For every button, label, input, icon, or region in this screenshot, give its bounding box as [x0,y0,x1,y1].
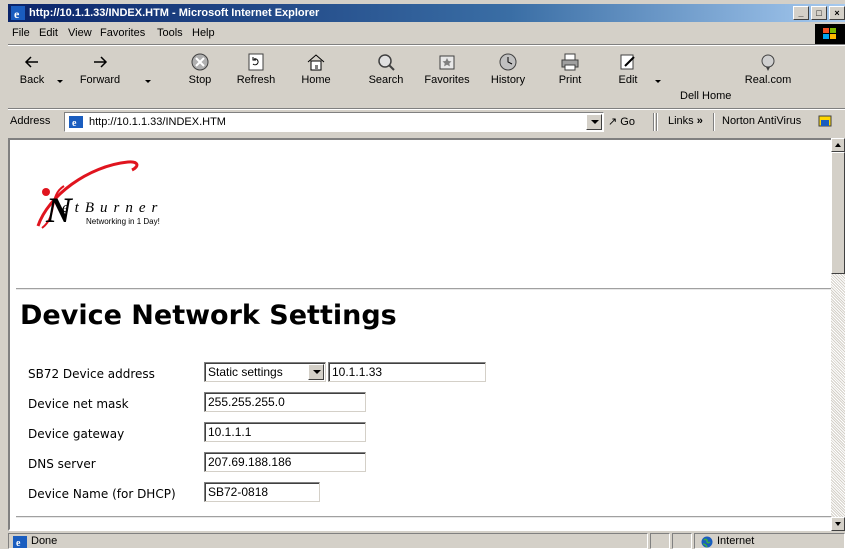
address-input[interactable]: e http://10.1.1.33/INDEX.HTM [64,112,604,132]
home-button[interactable]: Home [296,48,336,106]
divider [16,516,834,518]
form-label: Device Name (for DHCP) [28,487,176,501]
back-button[interactable]: Back [12,48,52,106]
scroll-thumb[interactable] [831,152,845,274]
edit-icon [620,54,635,70]
vertical-scrollbar[interactable] [831,138,845,531]
svg-text:e: e [72,118,77,129]
edit-button[interactable]: Edit [613,48,643,106]
status-pane: e Done [8,533,648,549]
form-label: Device net mask [28,397,129,411]
back-arrow-icon [24,56,38,68]
favorites-icon [439,55,455,70]
svg-text:e: e [14,7,20,20]
norton-icon[interactable] [818,114,832,128]
windows-flag-icon [815,24,845,44]
edit-dropdown-icon[interactable] [655,80,661,83]
close-button[interactable]: × [829,6,845,20]
minimize-button[interactable]: _ [793,6,809,20]
go-button[interactable]: ↗ Go [608,115,635,128]
back-dropdown-icon[interactable] [57,80,63,83]
home-icon [307,54,325,71]
status-text: Done [31,535,58,547]
go-arrow-icon: ↗ [608,116,618,128]
printer-icon [561,53,579,71]
form-label: SB72 Device address [28,367,155,381]
menu-favorites[interactable]: Favorites [100,27,145,39]
menu-edit[interactable]: Edit [39,27,58,39]
netburner-logo: N etBurner Networking in 1 Day! [28,156,218,236]
divider [653,113,655,131]
gateway-field[interactable]: 10.1.1.1 [204,422,366,442]
address-label: Address [10,115,51,127]
norton-antivirus-button[interactable]: Norton AntiVirus [722,115,801,127]
search-icon [378,54,395,71]
menu-help[interactable]: Help [192,27,215,39]
forward-arrow-icon [94,56,108,68]
address-mode-select[interactable]: Static settings [204,362,326,382]
toolbar: Back Forward Stop Refresh Home Search Fa… [8,46,845,108]
page-done-icon: e [13,536,27,548]
links-chevron-icon: » [696,115,703,127]
divider [656,113,658,131]
status-bar: e Done Internet [8,533,845,549]
real-com-icon [761,54,775,71]
logo-wordmark: etBurner [62,200,164,216]
address-dropdown-button[interactable] [586,114,602,130]
real-com-link[interactable]: Real.com [740,48,796,106]
forward-button[interactable]: Forward [72,48,128,106]
links-button[interactable]: Links » [668,115,703,127]
menu-file[interactable]: File [12,27,30,39]
ie-logo-icon: e [11,6,25,20]
device-address-field[interactable]: 10.1.1.33 [328,362,486,382]
stop-button[interactable]: Stop [182,48,218,106]
net-mask-field[interactable]: 255.255.255.0 [204,392,366,412]
refresh-button[interactable]: Refresh [232,48,280,106]
internet-globe-icon [701,536,713,548]
divider [713,113,715,131]
history-icon [499,53,517,71]
logo-tagline: Networking in 1 Day! [86,217,160,226]
search-button[interactable]: Search [363,48,409,106]
status-pane [650,533,670,549]
window-title: http://10.1.1.33/INDEX.HTM - Microsoft I… [29,7,320,19]
print-button[interactable]: Print [553,48,587,106]
divider [16,288,834,290]
scroll-up-button[interactable] [831,138,845,152]
form-label: Device gateway [28,427,125,441]
status-pane [672,533,692,549]
ie-window: e http://10.1.1.33/INDEX.HTM - Microsoft… [0,0,845,549]
device-name-field[interactable]: SB72-0818 [204,482,320,502]
maximize-button[interactable]: □ [811,6,827,20]
page-icon: e [69,116,83,129]
menu-tools[interactable]: Tools [157,27,183,39]
menu-bar: File Edit View Favorites Tools Help [8,24,845,44]
refresh-icon [248,53,264,71]
stop-icon [191,53,209,71]
page-viewport: N etBurner Networking in 1 Day! Device N… [8,138,837,531]
history-button[interactable]: History [486,48,530,106]
dell-home-link[interactable]: Dell Home [680,90,731,104]
zone-label: Internet [717,535,755,547]
dns-server-field[interactable]: 207.69.188.186 [204,452,366,472]
favorites-button[interactable]: Favorites [420,48,474,106]
address-bar: Address e http://10.1.1.33/INDEX.HTM ↗ G… [8,110,845,134]
forward-dropdown-icon[interactable] [145,80,151,83]
page-title: Device Network Settings [20,300,397,331]
form-label: DNS server [28,457,96,471]
menu-view[interactable]: View [68,27,92,39]
zone-pane: Internet [694,533,845,549]
svg-text:e: e [16,538,21,548]
scroll-down-button[interactable] [831,517,845,531]
select-dropdown-button[interactable] [308,364,324,380]
title-bar: e http://10.1.1.33/INDEX.HTM - Microsoft… [8,4,845,22]
